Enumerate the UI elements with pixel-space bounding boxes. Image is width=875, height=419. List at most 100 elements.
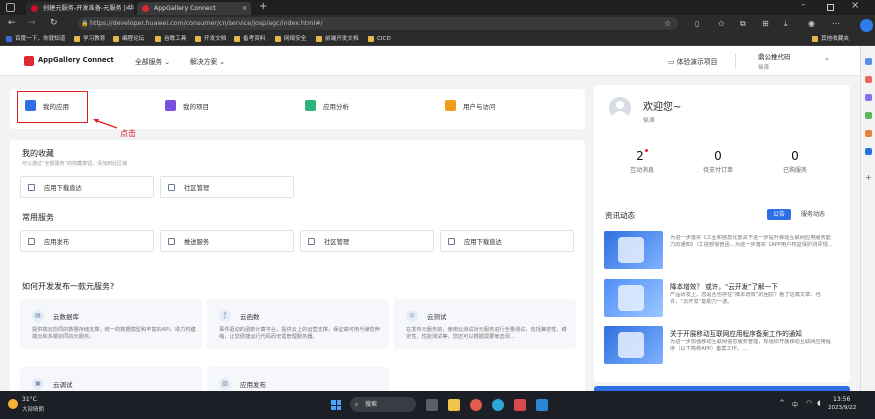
news-tab-updates[interactable]: 服务动态 bbox=[796, 209, 830, 220]
common-services-title: 常用服务 bbox=[22, 213, 54, 222]
common-app-publish[interactable]: 应用发布 bbox=[20, 230, 154, 252]
agc-logo-icon[interactable] bbox=[24, 56, 34, 66]
folder-icon bbox=[195, 36, 201, 42]
chevron-down-icon: ⌄ bbox=[162, 58, 171, 66]
extensions-icon[interactable]: ⊞ bbox=[762, 18, 769, 29]
input-method-icon[interactable]: 中 bbox=[792, 400, 798, 409]
bookmark-folder[interactable]: CICD bbox=[368, 34, 391, 44]
profile-icon[interactable]: ◉ bbox=[808, 18, 815, 29]
stat-messages[interactable]: 2 互动消息 bbox=[612, 149, 672, 174]
bookmark-folder[interactable]: 网络安全 bbox=[275, 34, 306, 44]
more-menu-icon[interactable]: ⋯ bbox=[832, 18, 840, 29]
avatar[interactable] bbox=[609, 97, 631, 119]
bookmarks-bar: 百度一下，你就知道 学习教育 编程论坛 谷歌工具 开发文档 备考资料 网络安全 … bbox=[0, 32, 875, 46]
chrome-icon[interactable] bbox=[470, 399, 482, 411]
project-icon bbox=[165, 100, 176, 111]
task-view-icon[interactable] bbox=[426, 399, 438, 411]
stat-orders[interactable]: 0 待支付订单 bbox=[688, 149, 748, 174]
games-icon[interactable] bbox=[865, 112, 872, 119]
quick-user-access[interactable]: 用户与访问 bbox=[435, 89, 575, 121]
search-icon[interactable] bbox=[865, 58, 872, 65]
favorite-app-download[interactable]: 应用下载直达 bbox=[20, 176, 154, 198]
agc-logo-text[interactable]: AppGallery Connect bbox=[38, 56, 114, 64]
howto-cloud-db[interactable]: ▤ 云数据库 提供端云协同的数据存储支撑，统一的数据模型和丰富的API，助力构建… bbox=[20, 299, 202, 349]
tab-appgallery-connect[interactable]: AppGallery Connect × bbox=[137, 2, 251, 15]
avatar-body-icon bbox=[612, 111, 628, 119]
collections-icon[interactable]: ⧉ bbox=[740, 18, 746, 29]
browser-tab-bar: 创建元服务-开发准备-元服务 | 华 × AppGallery Connect … bbox=[0, 0, 875, 15]
refresh-icon[interactable]: ↻ bbox=[50, 18, 58, 29]
split-screen-icon[interactable]: ▯ bbox=[695, 18, 699, 29]
common-push-service[interactable]: 推送服务 bbox=[160, 230, 294, 252]
tab-create-service[interactable]: 创建元服务-开发准备-元服务 | 华 × bbox=[26, 2, 134, 15]
back-icon[interactable]: ← bbox=[8, 18, 16, 29]
news-image bbox=[604, 326, 663, 364]
news-item[interactable]: 降本增效？ 或许，“云开发”了解一下 产品研发上，您是否也存在“降本增效”的困扰… bbox=[604, 279, 836, 317]
tray-chevron-icon[interactable]: ^ bbox=[779, 399, 785, 407]
volume-icon[interactable]: ◖ bbox=[817, 399, 821, 407]
howto-cloud-function[interactable]: ƒ 云函数 事件驱动的函数计算平台，提供云上的运营支撑，保证高可用与弹性伸缩，让… bbox=[207, 299, 389, 349]
common-app-download[interactable]: 应用下载直达 bbox=[440, 230, 574, 252]
quick-my-projects[interactable]: 我的项目 bbox=[155, 89, 295, 121]
news-tab-announcements[interactable]: 公告 bbox=[767, 209, 791, 220]
close-tab-icon[interactable]: × bbox=[125, 2, 130, 15]
office-icon[interactable] bbox=[865, 130, 872, 137]
database-icon: ▤ bbox=[32, 310, 44, 322]
minimize-icon[interactable]: – bbox=[801, 0, 806, 10]
bookmark-folder[interactable]: 备考资料 bbox=[234, 34, 265, 44]
tools-icon[interactable] bbox=[865, 94, 872, 101]
new-tab-button[interactable]: + bbox=[259, 1, 267, 12]
nav-solutions[interactable]: 解决方案 ⌄ bbox=[190, 56, 225, 66]
other-bookmarks[interactable]: 其他收藏夹 bbox=[812, 34, 849, 44]
file-explorer-icon[interactable] bbox=[448, 399, 460, 411]
close-window-icon[interactable]: × bbox=[851, 0, 859, 11]
downloads-icon[interactable]: ⤓ bbox=[784, 18, 788, 29]
account-chevron-icon[interactable]: ⌄ bbox=[824, 54, 830, 62]
avatar-head-icon bbox=[616, 101, 624, 109]
news-item[interactable]: 关于开展移动互联网应用程序备案工作的通知 为进一步加强移动互联网信息服务管理，现… bbox=[604, 326, 836, 364]
shopping-icon[interactable] bbox=[865, 76, 872, 83]
favorite-star-icon[interactable]: ☆ bbox=[664, 18, 671, 29]
windows-start-icon[interactable] bbox=[331, 400, 341, 410]
news-item[interactable]: 为进一步落实《工业和信息化部关于进一步提升移动互联网应用服务能力的通知》（工信部… bbox=[604, 231, 836, 269]
howto-app-publish[interactable]: ▥ 应用发布 bbox=[207, 367, 389, 391]
favorite-community[interactable]: 社区管理 bbox=[160, 176, 294, 198]
bing-icon[interactable] bbox=[860, 19, 873, 32]
bookmark-item[interactable]: 百度一下，你就知道 bbox=[6, 34, 65, 44]
forward-icon[interactable]: → bbox=[28, 18, 36, 29]
news-card: 资讯动态 公告 服务动态 为进一步落实《工业和信息化部关于进一步提升移动互联网应… bbox=[594, 202, 850, 382]
annotation-text: 点击 bbox=[120, 129, 136, 138]
community-icon bbox=[308, 238, 315, 245]
bookmark-folder[interactable]: 开发文档 bbox=[195, 34, 226, 44]
bookmark-folder[interactable]: 前端开发文档 bbox=[316, 34, 359, 44]
weather-desc: 大部晴朗 bbox=[22, 407, 45, 413]
account-name[interactable]: 鼎公推代码 bbox=[758, 51, 791, 61]
browser-menu-icon[interactable] bbox=[6, 3, 15, 12]
page-content: AppGallery Connect 全部服务 ⌄ 解决方案 ⌄ ▭ 体验演示项… bbox=[0, 46, 860, 391]
favorites-icon[interactable]: ✩ bbox=[718, 18, 725, 29]
bookmark-folder[interactable]: 谷歌工具 bbox=[155, 34, 186, 44]
clock-date[interactable]: 2023/9/22 bbox=[828, 405, 856, 411]
vscode-icon[interactable] bbox=[536, 399, 548, 411]
howto-cloud-test[interactable]: ◎ 云测试 在发布元服务前，使用云测试对元服务进行全量测试，包括兼容性、稳定性、… bbox=[394, 299, 576, 349]
quick-app-analysis[interactable]: 应用分析 bbox=[295, 89, 435, 121]
howto-cloud-debug[interactable]: ▣ 云调试 bbox=[20, 367, 202, 391]
demo-project-button[interactable]: ▭ 体验演示项目 bbox=[668, 56, 717, 66]
nav-all-services[interactable]: 全部服务 ⌄ bbox=[135, 56, 170, 66]
outlook-icon[interactable] bbox=[865, 148, 872, 155]
taskbar-search[interactable]: ⌕ 搜索 bbox=[350, 397, 416, 412]
address-bar[interactable]: 🔒 https://developer.huawei.com/consumer/… bbox=[78, 17, 678, 30]
weather-icon[interactable] bbox=[8, 399, 18, 409]
howto-title: 如何开发发布一款元服务? bbox=[22, 282, 115, 291]
add-icon[interactable]: + bbox=[865, 174, 872, 182]
app-icon[interactable] bbox=[514, 399, 526, 411]
bookmark-folder[interactable]: 编程论坛 bbox=[113, 34, 144, 44]
common-community[interactable]: 社区管理 bbox=[300, 230, 434, 252]
wifi-icon[interactable]: ◠ bbox=[806, 399, 812, 407]
clock-time[interactable]: 13:56 bbox=[833, 396, 850, 403]
edge-icon[interactable] bbox=[492, 399, 504, 411]
close-tab-icon[interactable]: × bbox=[242, 2, 247, 15]
maximize-icon[interactable] bbox=[827, 4, 834, 11]
stat-services[interactable]: 0 已购服务 bbox=[765, 149, 825, 174]
bookmark-folder[interactable]: 学习教育 bbox=[74, 34, 105, 44]
